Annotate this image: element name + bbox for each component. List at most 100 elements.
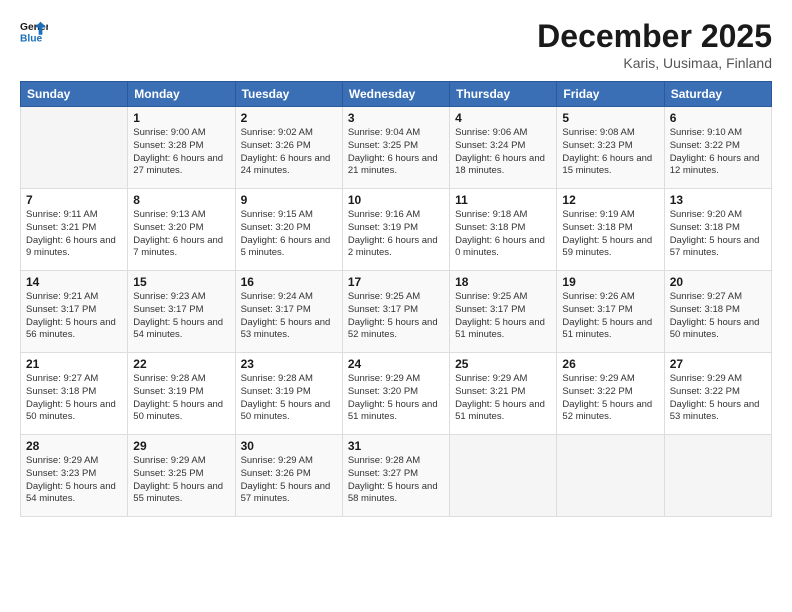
calendar-cell: 30Sunrise: 9:29 AM Sunset: 3:26 PM Dayli… (235, 435, 342, 517)
calendar-cell: 31 Sunrise: 9:28 AM Sunset: 3:27 PM Dayli… (342, 435, 449, 517)
calendar-cell: 4 Sunrise: 9:06 AM Sunset: 3:24 PM Daylig… (450, 107, 557, 189)
day-number: 5 (562, 111, 658, 125)
week-row-1: 1 Sunrise: 9:00 AM Sunset: 3:28 PM Daylig… (21, 107, 772, 189)
day-number: 29 (133, 439, 229, 453)
day-number: 6 (670, 111, 766, 125)
header: General Blue December 2025 Karis, Uusima… (20, 18, 772, 71)
day-number: 7 (26, 193, 122, 207)
calendar-cell: 7 Sunrise: 9:11 AM Sunset: 3:21 PM Daylig… (21, 189, 128, 271)
day-info: Sunrise: 9:15 AM Sunset: 3:20 PM Dayligh… (241, 209, 337, 260)
day-info: Sunrise: 9:25 AM Sunset: 3:17 PM Dayligh… (348, 291, 444, 342)
day-info: Sunrise: 9:06 AM Sunset: 3:24 PM Dayligh… (455, 127, 551, 178)
calendar-cell: 3 Sunrise: 9:04 AM Sunset: 3:25 PM Daylig… (342, 107, 449, 189)
day-info: Sunrise: 9:27 AM Sunset: 3:18 PM Dayligh… (670, 291, 766, 342)
calendar-cell (450, 435, 557, 517)
day-number: 23 (241, 357, 337, 371)
calendar-cell: 18 Sunrise: 9:25 AM Sunset: 3:17 PM Dayli… (450, 271, 557, 353)
day-info: Sunrise: 9:28 AM Sunset: 3:19 PM Dayligh… (241, 373, 337, 424)
day-number: 31 (348, 439, 444, 453)
calendar-cell: 11 Sunrise: 9:18 AM Sunset: 3:18 PM Dayli… (450, 189, 557, 271)
calendar-cell (664, 435, 771, 517)
header-row: SundayMondayTuesdayWednesdayThursdayFrid… (21, 82, 772, 107)
day-info: Sunrise: 9:28 AM Sunset: 3:27 PM Dayligh… (348, 455, 444, 506)
day-header-thursday: Thursday (450, 82, 557, 107)
day-number: 13 (670, 193, 766, 207)
day-number: 28 (26, 439, 122, 453)
calendar-cell: 13 Sunrise: 9:20 AM Sunset: 3:18 PM Dayli… (664, 189, 771, 271)
day-info: Sunrise: 9:29 AM Sunset: 3:22 PM Dayligh… (562, 373, 658, 424)
day-info: Sunrise: 9:26 AM Sunset: 3:17 PM Dayligh… (562, 291, 658, 342)
day-info: Sunrise: 9:20 AM Sunset: 3:18 PM Dayligh… (670, 209, 766, 260)
day-number: 12 (562, 193, 658, 207)
calendar-cell (557, 435, 664, 517)
day-info: Sunrise: 9:24 AM Sunset: 3:17 PM Dayligh… (241, 291, 337, 342)
day-number: 10 (348, 193, 444, 207)
day-info: Sunrise: 9:18 AM Sunset: 3:18 PM Dayligh… (455, 209, 551, 260)
title-block: December 2025 Karis, Uusimaa, Finland (537, 18, 772, 71)
day-info: Sunrise: 9:29 AM Sunset: 3:22 PM Dayligh… (670, 373, 766, 424)
calendar-cell: 29 Sunrise: 9:29 AM Sunset: 3:25 PM Dayli… (128, 435, 235, 517)
day-info: Sunrise: 9:29 AM Sunset: 3:25 PM Dayligh… (133, 455, 229, 506)
subtitle: Karis, Uusimaa, Finland (537, 55, 772, 71)
day-number: 18 (455, 275, 551, 289)
day-number: 17 (348, 275, 444, 289)
calendar-cell: 2 Sunrise: 9:02 AM Sunset: 3:26 PM Daylig… (235, 107, 342, 189)
day-number: 27 (670, 357, 766, 371)
day-header-friday: Friday (557, 82, 664, 107)
day-number: 8 (133, 193, 229, 207)
calendar-cell: 17 Sunrise: 9:25 AM Sunset: 3:17 PM Dayli… (342, 271, 449, 353)
calendar-cell: 8Sunrise: 9:13 AM Sunset: 3:20 PM Daylig… (128, 189, 235, 271)
day-number: 15 (133, 275, 229, 289)
logo: General Blue (20, 18, 48, 46)
calendar-cell: 9 Sunrise: 9:15 AM Sunset: 3:20 PM Daylig… (235, 189, 342, 271)
calendar-cell: 28 Sunrise: 9:29 AM Sunset: 3:23 PM Dayli… (21, 435, 128, 517)
day-info: Sunrise: 9:29 AM Sunset: 3:26 PM Dayligh… (241, 455, 337, 506)
day-info: Sunrise: 9:29 AM Sunset: 3:20 PM Dayligh… (348, 373, 444, 424)
svg-text:General: General (20, 22, 48, 33)
day-info: Sunrise: 9:02 AM Sunset: 3:26 PM Dayligh… (241, 127, 337, 178)
day-number: 19 (562, 275, 658, 289)
main-title: December 2025 (537, 18, 772, 55)
calendar-cell: 15 Sunrise: 9:23 AM Sunset: 3:17 PM Dayli… (128, 271, 235, 353)
day-info: Sunrise: 9:16 AM Sunset: 3:19 PM Dayligh… (348, 209, 444, 260)
week-row-2: 7 Sunrise: 9:11 AM Sunset: 3:21 PM Daylig… (21, 189, 772, 271)
day-number: 25 (455, 357, 551, 371)
day-header-saturday: Saturday (664, 82, 771, 107)
day-number: 26 (562, 357, 658, 371)
calendar-cell: 27 Sunrise: 9:29 AM Sunset: 3:22 PM Dayli… (664, 353, 771, 435)
calendar-cell: 16 Sunrise: 9:24 AM Sunset: 3:17 PM Dayli… (235, 271, 342, 353)
day-info: Sunrise: 9:25 AM Sunset: 3:17 PM Dayligh… (455, 291, 551, 342)
day-info: Sunrise: 9:00 AM Sunset: 3:28 PM Dayligh… (133, 127, 229, 178)
day-info: Sunrise: 9:29 AM Sunset: 3:23 PM Dayligh… (26, 455, 122, 506)
day-header-sunday: Sunday (21, 82, 128, 107)
page: General Blue December 2025 Karis, Uusima… (0, 0, 792, 612)
day-number: 14 (26, 275, 122, 289)
calendar-cell: 22 Sunrise: 9:28 AM Sunset: 3:19 PM Dayli… (128, 353, 235, 435)
calendar-table: SundayMondayTuesdayWednesdayThursdayFrid… (20, 81, 772, 517)
day-number: 24 (348, 357, 444, 371)
day-number: 16 (241, 275, 337, 289)
day-info: Sunrise: 9:08 AM Sunset: 3:23 PM Dayligh… (562, 127, 658, 178)
day-number: 1 (133, 111, 229, 125)
day-info: Sunrise: 9:04 AM Sunset: 3:25 PM Dayligh… (348, 127, 444, 178)
day-info: Sunrise: 9:23 AM Sunset: 3:17 PM Dayligh… (133, 291, 229, 342)
calendar-cell: 25Sunrise: 9:29 AM Sunset: 3:21 PM Dayli… (450, 353, 557, 435)
day-info: Sunrise: 9:28 AM Sunset: 3:19 PM Dayligh… (133, 373, 229, 424)
calendar-cell: 14Sunrise: 9:21 AM Sunset: 3:17 PM Dayli… (21, 271, 128, 353)
calendar-cell: 1 Sunrise: 9:00 AM Sunset: 3:28 PM Daylig… (128, 107, 235, 189)
calendar-cell: 20 Sunrise: 9:27 AM Sunset: 3:18 PM Dayli… (664, 271, 771, 353)
day-number: 11 (455, 193, 551, 207)
calendar-cell (21, 107, 128, 189)
week-row-4: 21Sunrise: 9:27 AM Sunset: 3:18 PM Dayli… (21, 353, 772, 435)
day-info: Sunrise: 9:11 AM Sunset: 3:21 PM Dayligh… (26, 209, 122, 260)
day-number: 22 (133, 357, 229, 371)
day-number: 2 (241, 111, 337, 125)
day-info: Sunrise: 9:10 AM Sunset: 3:22 PM Dayligh… (670, 127, 766, 178)
day-number: 9 (241, 193, 337, 207)
day-number: 21 (26, 357, 122, 371)
day-header-wednesday: Wednesday (342, 82, 449, 107)
day-number: 4 (455, 111, 551, 125)
day-number: 20 (670, 275, 766, 289)
day-number: 3 (348, 111, 444, 125)
day-header-tuesday: Tuesday (235, 82, 342, 107)
